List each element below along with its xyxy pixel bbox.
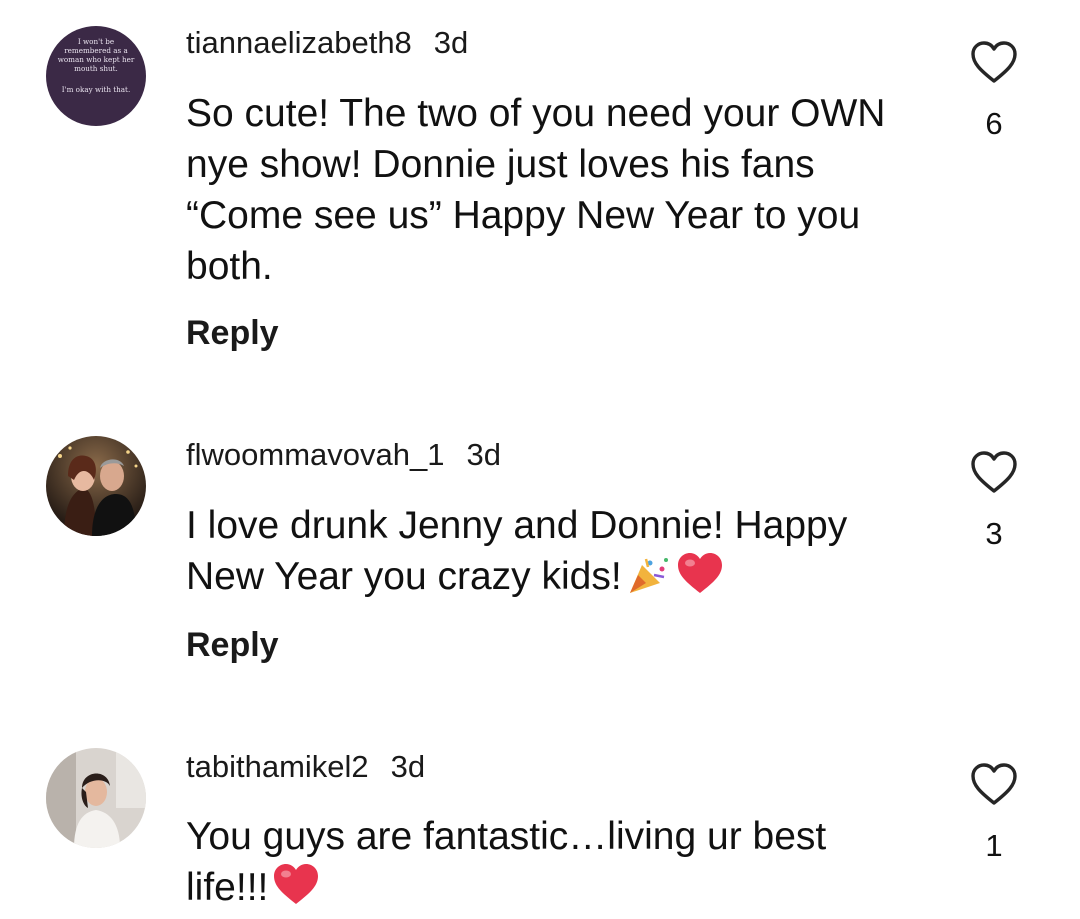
avatar[interactable] [46,436,146,536]
like-count: 6 [985,106,1003,141]
avatar[interactable]: I won't be remembered as a woman who kep… [46,26,146,126]
comment-header: tiannaelizabeth8 3d [186,25,468,61]
comment-text: You guys are fantastic…living ur best li… [186,811,916,919]
svg-text:mouth shut.: mouth shut. [74,64,118,73]
like-count: 3 [985,516,1003,551]
username[interactable]: tabithamikel2 [186,749,369,784]
avatar[interactable] [46,748,146,848]
timestamp: 3d [390,749,426,784]
like-count: 1 [985,828,1003,863]
timestamp: 3d [433,25,469,60]
like-control: 6 [968,40,1020,142]
red-heart-icon [272,862,320,919]
red-heart-icon [676,551,724,608]
heart-outline-icon[interactable] [970,40,1018,84]
svg-text:I won't be: I won't be [78,37,114,46]
svg-text:woman who kept her: woman who kept her [58,55,135,64]
reply-button[interactable]: Reply [186,625,279,665]
like-control: 3 [968,450,1020,552]
heart-outline-icon[interactable] [970,450,1018,494]
username[interactable]: tiannaelizabeth8 [186,25,412,60]
comment-text: I love drunk Jenny and Donnie! Happy New… [186,500,916,608]
avatar-image [46,748,146,848]
reply-button[interactable]: Reply [186,313,279,353]
svg-text:remembered as a: remembered as a [64,46,128,55]
svg-text:I'm okay with that.: I'm okay with that. [62,85,130,94]
like-control: 1 [968,762,1020,864]
username[interactable]: flwoommavovah_1 [186,437,444,472]
avatar-image [46,436,146,536]
comment-header: flwoommavovah_1 3d [186,437,501,473]
heart-outline-icon[interactable] [970,762,1018,806]
avatar-image: I won't be remembered as a woman who kep… [46,26,146,126]
timestamp: 3d [466,437,501,472]
party-popper-icon [626,555,672,608]
comment-text: So cute! The two of you need your OWN ny… [186,92,886,288]
comment-text-body: I love drunk Jenny and Donnie! Happy New… [186,504,848,598]
comment-header: tabithamikel2 3d [186,749,425,785]
